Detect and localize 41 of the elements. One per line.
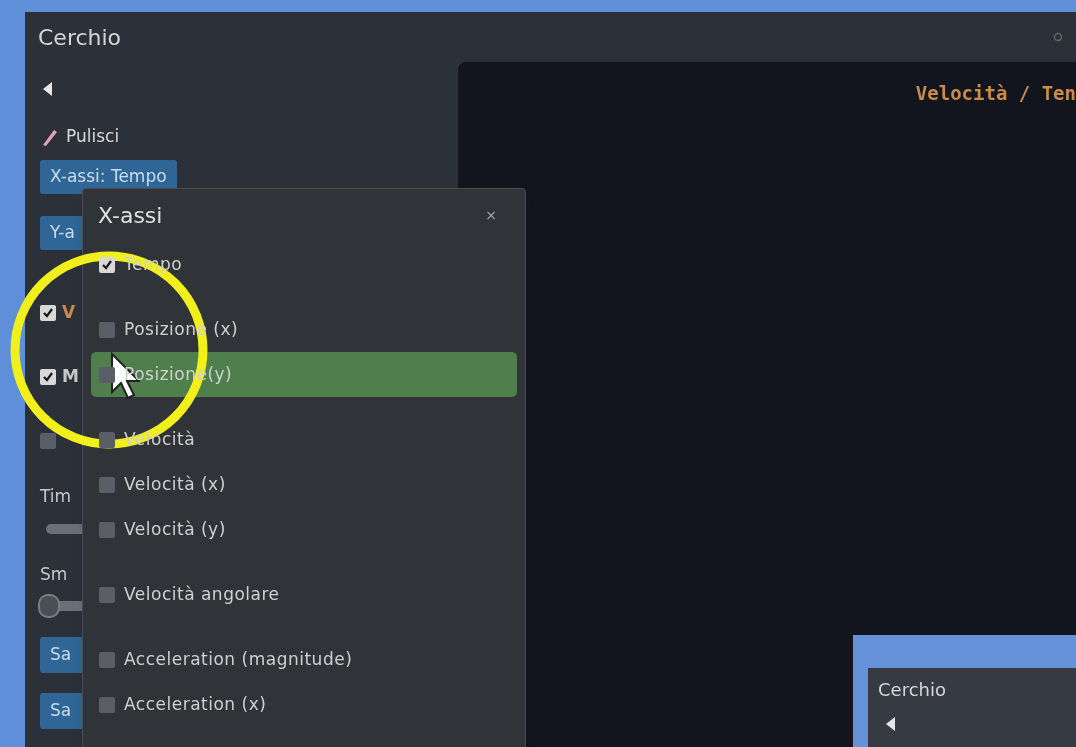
- window-title: Cerchio: [38, 23, 122, 52]
- checkbox[interactable]: [99, 476, 115, 493]
- slider-label: Sm: [40, 562, 68, 586]
- save-button[interactable]: Sa: [40, 637, 84, 673]
- checkbox-label: M: [62, 365, 79, 389]
- slider-thumb[interactable]: [38, 594, 60, 618]
- checkmark-icon: [42, 307, 54, 319]
- dialog-title: X-assi: [98, 201, 163, 230]
- checkbox[interactable]: [99, 696, 115, 713]
- back-arrow-icon[interactable]: [886, 717, 896, 731]
- window-title: Cerchio: [878, 678, 947, 702]
- option-item[interactable]: Velocità (y): [91, 507, 517, 552]
- option-label: Velocità (y): [124, 517, 226, 541]
- option-label: Acceleration (x): [124, 692, 267, 716]
- checkbox[interactable]: [99, 521, 115, 538]
- circle-icon[interactable]: [1053, 32, 1063, 42]
- option-item[interactable]: Velocità angolare: [91, 572, 517, 617]
- checkbox[interactable]: [40, 433, 56, 449]
- slider-label: Tim: [40, 485, 72, 508]
- checkbox[interactable]: [99, 366, 115, 383]
- checkbox[interactable]: [99, 321, 115, 338]
- eraser-icon: [40, 127, 60, 147]
- checkmark-icon: [42, 371, 54, 383]
- clear-button[interactable]: Pulisci: [40, 122, 120, 152]
- option-label: Acceleration (magnitude): [124, 647, 353, 671]
- checkbox-label: V: [62, 301, 76, 325]
- checkmark-icon: [101, 258, 113, 271]
- option-item[interactable]: Acceleration (x): [91, 682, 517, 727]
- option-item[interactable]: Acceleration (magnitude): [91, 637, 517, 682]
- option-item[interactable]: Velocità (x): [91, 462, 517, 507]
- axis-button[interactable]: Y-a: [40, 216, 85, 250]
- checkbox[interactable]: [99, 586, 115, 603]
- option-label: Velocità (x): [124, 472, 226, 496]
- checkbox[interactable]: [99, 651, 115, 668]
- back-arrow-icon[interactable]: [43, 82, 53, 96]
- checkbox[interactable]: [40, 369, 56, 385]
- checkbox[interactable]: [40, 305, 56, 321]
- checkbox[interactable]: [99, 431, 115, 448]
- close-button[interactable]: ×: [485, 204, 497, 226]
- save-button[interactable]: Sa: [40, 693, 84, 729]
- option-label: Velocità angolare: [124, 582, 280, 606]
